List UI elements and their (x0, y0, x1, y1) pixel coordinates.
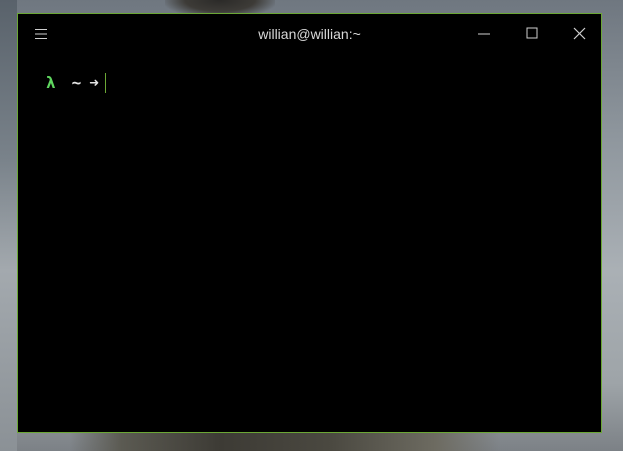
terminal-window[interactable]: willian@willian:~ λ ~ ➜ (17, 13, 602, 433)
desktop-background-left (0, 0, 17, 451)
text-cursor (104, 73, 106, 93)
close-button[interactable] (569, 24, 589, 44)
terminal-output-area[interactable]: λ ~ ➜ (18, 54, 601, 432)
prompt-line[interactable]: λ ~ ➜ (46, 73, 106, 93)
prompt-symbol: λ (46, 73, 56, 92)
window-titlebar[interactable]: willian@willian:~ (18, 14, 601, 54)
maximize-button[interactable] (522, 24, 542, 44)
maximize-icon (526, 27, 538, 39)
close-icon (573, 27, 586, 40)
minimize-button[interactable] (474, 24, 494, 44)
prompt-directory: ~ (71, 73, 82, 92)
minimize-icon (478, 33, 490, 35)
prompt-arrow: ➜ (89, 73, 99, 92)
window-title: willian@willian:~ (258, 26, 361, 42)
